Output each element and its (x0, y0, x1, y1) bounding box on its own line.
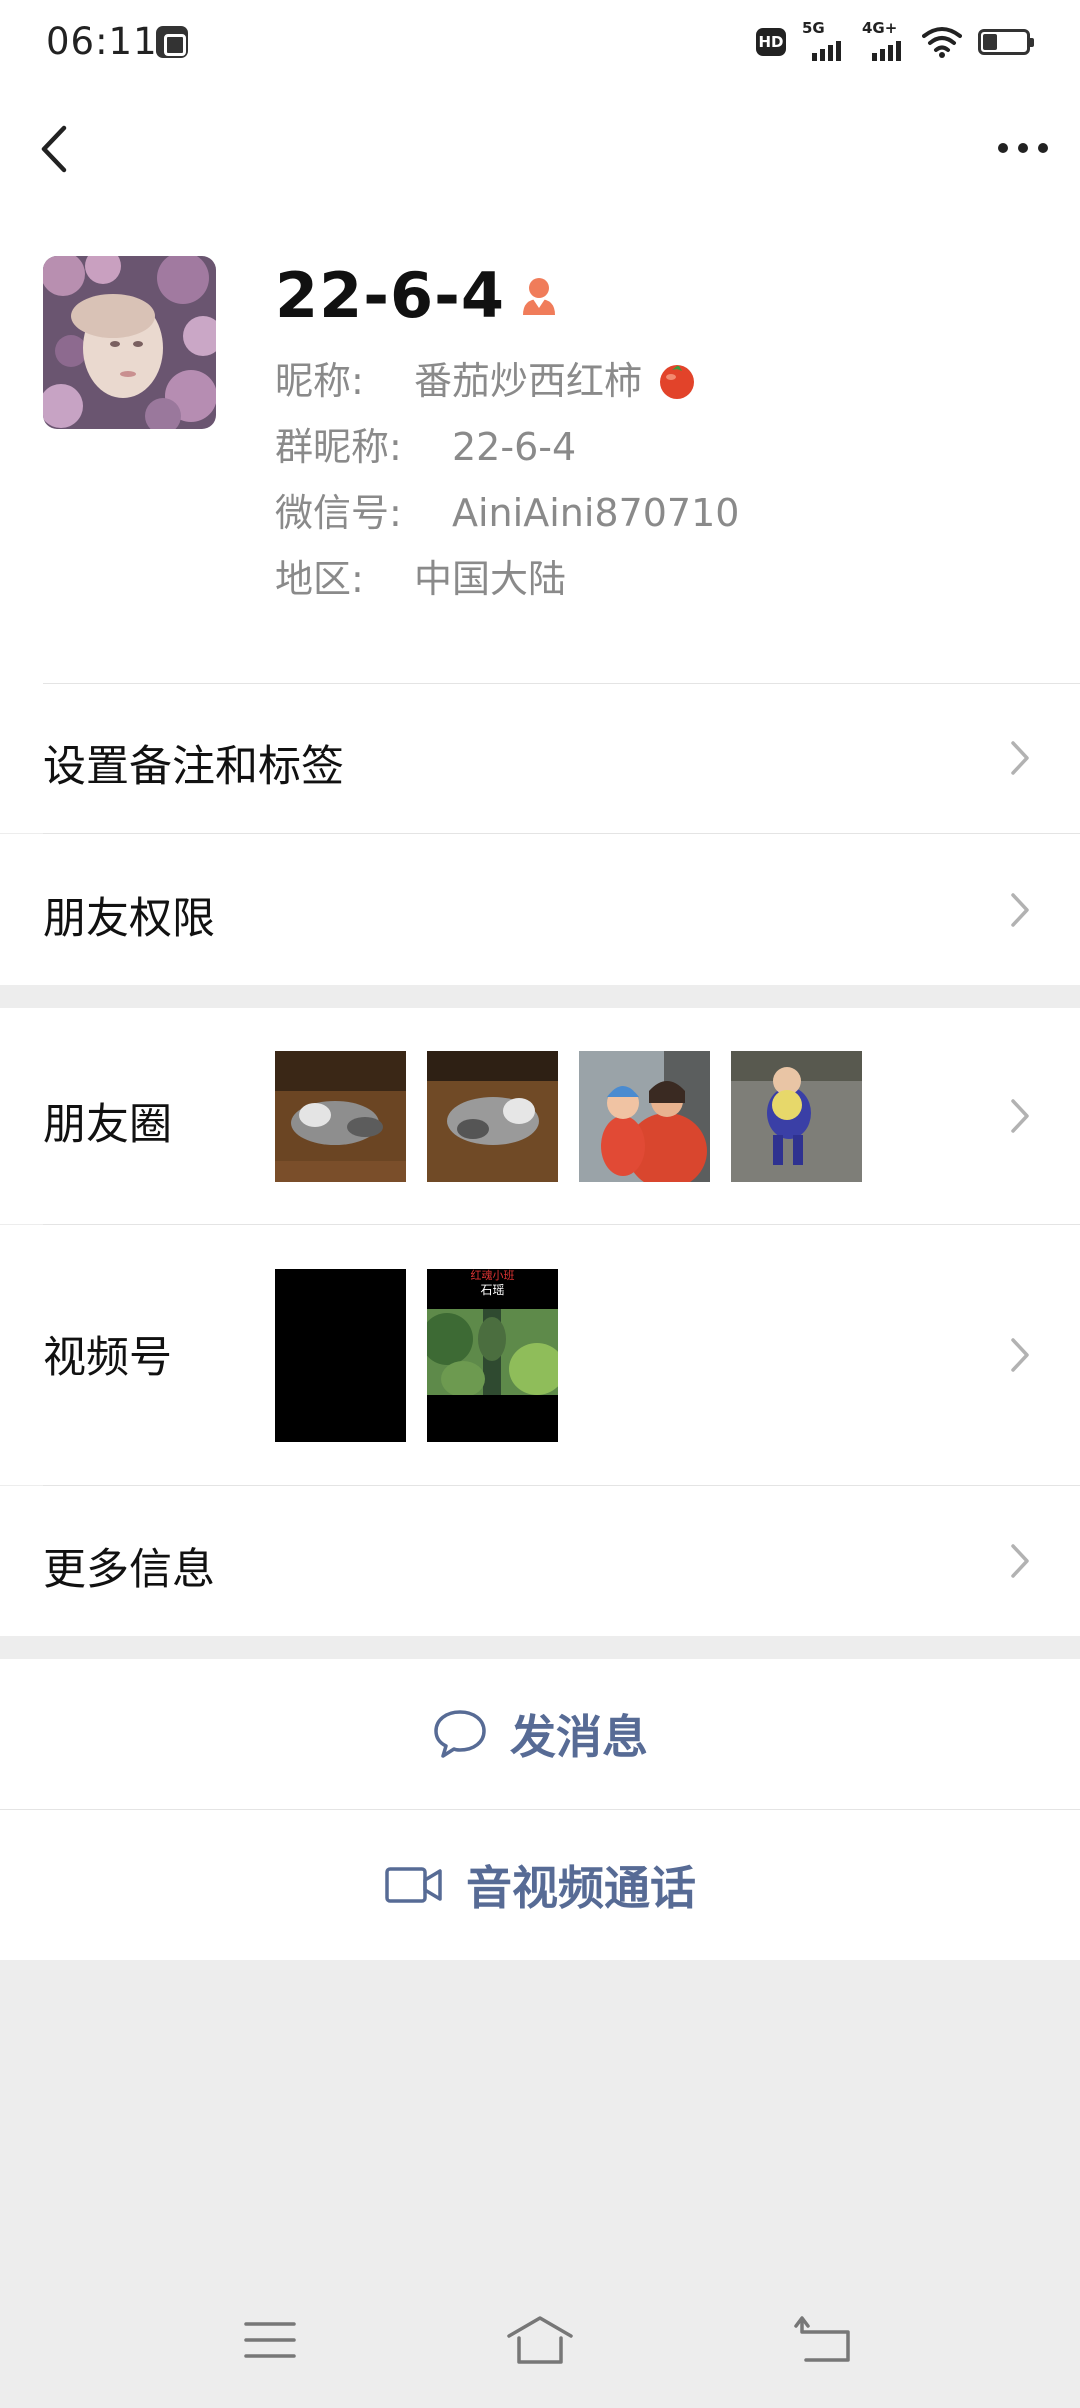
chevron-right-icon (1011, 1099, 1029, 1133)
av-call-label: 音视频通话 (466, 1861, 696, 1915)
more-options-button[interactable] (988, 118, 1058, 178)
hd-voice-icon: HD (756, 28, 786, 56)
signal-4g-label: 4G+ (862, 19, 898, 37)
chevron-right-icon (1011, 1338, 1029, 1372)
moments-photo-3 (579, 1051, 710, 1182)
send-message-button[interactable]: 发消息 (0, 1659, 1080, 1809)
channels-label: 视频号 (43, 1333, 172, 1383)
region-value: 中国大陆 (414, 557, 567, 601)
channels-video-2: 红魂小班 石瑶 (427, 1269, 558, 1442)
remark-tags-row[interactable]: 设置备注和标签 (0, 684, 1080, 833)
more-info-label: 更多信息 (43, 1545, 215, 1595)
nickname-label: 昵称: (275, 359, 364, 403)
back-nav-button[interactable] (790, 2310, 860, 2370)
female-gender-icon (523, 277, 556, 315)
chevron-right-icon (1011, 893, 1029, 927)
friend-permissions-label: 朋友权限 (43, 894, 215, 944)
contact-profile-screen: 06:11 HD 5G 4G+ 22-6-4 昵称: 番茄炒西红柿 群昵称: 2… (0, 0, 1080, 2408)
nickname-line: 昵称: 番茄炒西红柿 (275, 350, 698, 405)
chat-bubble-icon (434, 1710, 486, 1758)
channels-video-frame (427, 1309, 558, 1395)
profile-header: 22-6-4 昵称: 番茄炒西红柿 群昵称: 22-6-4 微信号: AiniA… (0, 214, 1080, 684)
battery-icon (978, 29, 1034, 55)
status-bar: 06:11 HD 5G 4G+ (0, 0, 1080, 84)
tomato-emoji-icon (660, 365, 695, 399)
remark-tags-label: 设置备注和标签 (43, 742, 344, 792)
group-nickname-value: 22-6-4 (452, 425, 577, 469)
region-label: 地区: (275, 557, 364, 601)
moments-row[interactable]: 朋友圈 (0, 1008, 1080, 1224)
region-line: 地区: 中国大陆 (275, 548, 566, 603)
signal-5g-label: 5G (802, 19, 825, 37)
video-camera-icon (385, 1867, 442, 1903)
group-nickname-line: 群昵称: 22-6-4 (275, 416, 576, 471)
contact-name: 22-6-4 (275, 259, 506, 332)
wechat-id-line[interactable]: 微信号: AiniAini870710 (275, 482, 739, 537)
moments-photo-4 (731, 1051, 862, 1182)
channels-row[interactable]: 视频号 红魂小班 石瑶 (0, 1225, 1080, 1485)
name-row: 22-6-4 (275, 259, 559, 332)
status-indicators: HD 5G 4G+ (756, 19, 1034, 62)
group-nickname-label: 群昵称: (275, 425, 402, 469)
channels-video-subcaption: 石瑶 (480, 1283, 505, 1297)
channels-video-caption: 红魂小班 (470, 1269, 515, 1282)
moments-photo-2 (427, 1051, 558, 1182)
av-call-button[interactable]: 音视频通话 (0, 1810, 1080, 1960)
moments-photo-1 (275, 1051, 406, 1182)
back-button[interactable] (28, 114, 98, 184)
friend-permissions-row[interactable]: 朋友权限 (0, 834, 1080, 985)
signal-4g-icon: 4G+ (862, 19, 906, 61)
channels-video-1 (275, 1269, 406, 1442)
moments-label: 朋友圈 (43, 1100, 172, 1150)
chevron-right-icon (1011, 1544, 1029, 1578)
home-button[interactable] (505, 2310, 575, 2370)
avatar[interactable] (43, 256, 216, 429)
wechat-id-value[interactable]: AiniAini870710 (452, 491, 739, 535)
nickname-value: 番茄炒西红柿 (414, 359, 643, 403)
notification-app-icon (156, 26, 188, 58)
signal-5g-icon: 5G (802, 19, 846, 61)
recent-apps-button[interactable] (236, 2310, 306, 2370)
more-info-row[interactable]: 更多信息 (0, 1486, 1080, 1636)
top-navigation (0, 84, 1080, 214)
send-message-label: 发消息 (510, 1710, 648, 1764)
wechat-id-label: 微信号: (275, 491, 402, 535)
chevron-right-icon (1011, 741, 1029, 775)
wifi-icon (922, 27, 962, 58)
status-time: 06:11 (46, 20, 158, 63)
